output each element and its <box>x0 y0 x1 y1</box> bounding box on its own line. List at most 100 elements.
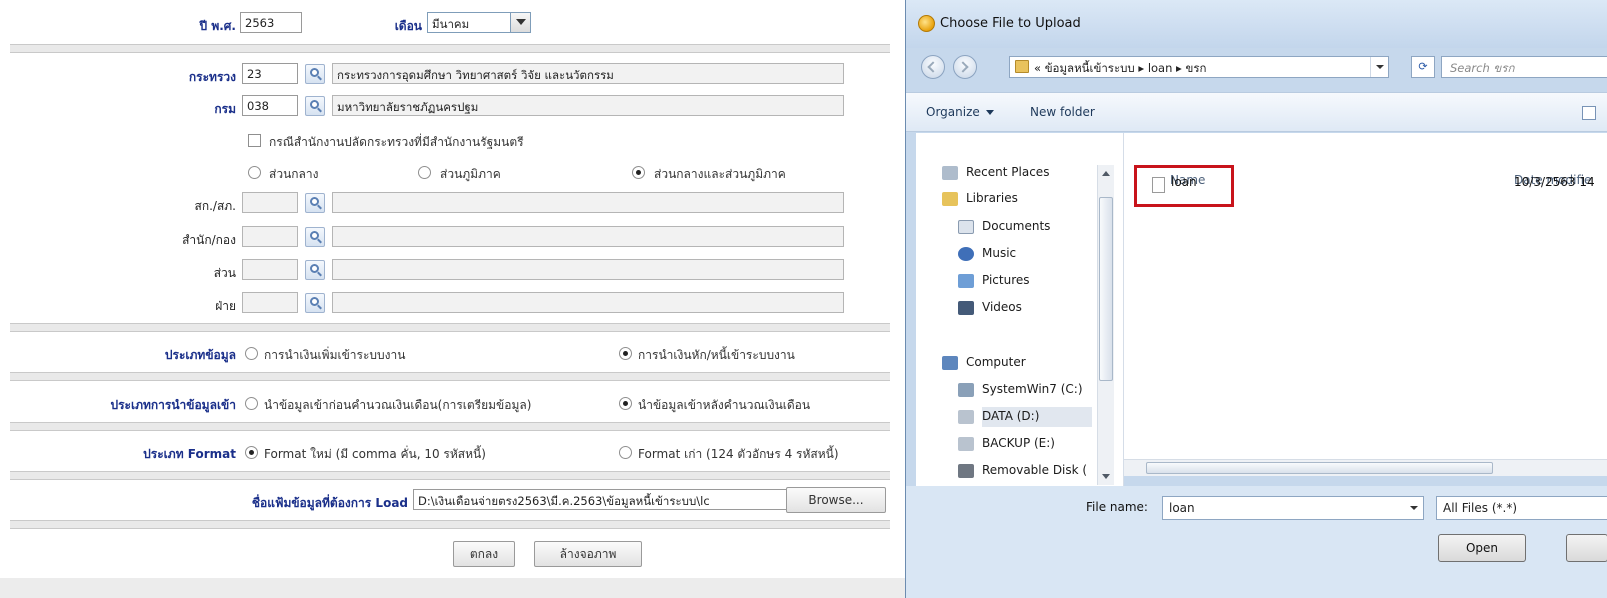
open-button[interactable]: Open <box>1438 534 1526 562</box>
nav-item-label: Videos <box>982 300 1022 314</box>
region-radio-both[interactable] <box>632 166 645 179</box>
data-type-radio-add[interactable] <box>245 347 258 360</box>
back-button[interactable] <box>921 55 945 79</box>
nav-item-label: Removable Disk ( <box>982 463 1088 477</box>
file-item-loan[interactable]: loan <box>1171 175 1197 189</box>
nav-item-backup-e[interactable]: BACKUP (E:) <box>958 436 1055 451</box>
nav-item-libraries[interactable]: Libraries <box>942 191 1018 206</box>
chevron-down-icon[interactable] <box>510 13 530 32</box>
navigation-pane: Recent Places Libraries Documents Music … <box>916 133 1124 486</box>
nav-item-label: Computer <box>966 355 1026 369</box>
region-radio-regional[interactable] <box>418 166 431 179</box>
new-folder-button[interactable]: New folder <box>1030 105 1095 119</box>
clear-screen-button[interactable]: ล้างจอภาพ <box>534 541 642 567</box>
data-type-radio-deduct[interactable] <box>619 347 632 360</box>
separator <box>10 422 890 431</box>
nav-item-data-d[interactable]: DATA (D:) <box>958 407 1092 427</box>
recent-places-icon <box>942 166 958 180</box>
import-type-label: ประเภทการนำข้อมูลเข้า <box>110 398 236 412</box>
nav-item-recent-places[interactable]: Recent Places <box>942 165 1049 180</box>
music-icon <box>958 247 974 261</box>
scroll-thumb[interactable] <box>1099 197 1113 381</box>
division-search-button[interactable] <box>305 293 325 313</box>
organize-menu[interactable]: Organize <box>926 105 994 119</box>
nav-item-label: Music <box>982 246 1017 260</box>
address-path: « ข้อมูลหนี้เข้าระบบ ▸ loan ▸ ขรก <box>1034 61 1207 75</box>
nav-item-label: DATA (D:) <box>982 409 1040 423</box>
month-label: เดือน <box>394 19 422 33</box>
section-code-input[interactable] <box>242 259 298 280</box>
format-label: ประเภท Format <box>143 447 236 461</box>
file-icon <box>1152 177 1165 193</box>
ministry-search-button[interactable] <box>305 64 325 84</box>
file-type-filter[interactable]: All Files (*.*) <box>1436 496 1607 520</box>
nav-item-computer[interactable]: Computer <box>942 355 1026 370</box>
sk-search-button[interactable] <box>305 193 325 213</box>
division-label: ฝ่าย <box>215 299 236 313</box>
month-select[interactable]: มีนาคม <box>427 12 531 33</box>
chevron-down-icon[interactable] <box>1405 497 1423 519</box>
nav-item-videos[interactable]: Videos <box>958 300 1022 315</box>
file-path-input[interactable]: D:\เงินเดือนจ่ายตรง2563\มี.ค.2563\ข้อมูล… <box>413 489 787 510</box>
nav-item-label: SystemWin7 (C:) <box>982 382 1083 396</box>
footer-band <box>0 578 905 598</box>
dept-search-button[interactable] <box>305 96 325 116</box>
forward-button[interactable] <box>953 55 977 79</box>
data-type-option-deduct: การนำเงินหัก/หนี้เข้าระบบงาน <box>638 348 795 362</box>
scroll-up-icon[interactable] <box>1102 171 1110 176</box>
nav-item-systemwin7[interactable]: SystemWin7 (C:) <box>958 382 1083 397</box>
dialog-title-bar[interactable]: Choose File to Upload <box>906 0 1607 48</box>
documents-icon <box>958 220 974 234</box>
nav-item-label: Libraries <box>966 191 1018 205</box>
nav-item-documents[interactable]: Documents <box>958 219 1051 234</box>
separator <box>10 471 890 480</box>
refresh-button[interactable]: ⟳ <box>1411 56 1435 78</box>
libraries-icon <box>942 192 958 206</box>
region-option-both: ส่วนกลางและส่วนภูมิภาค <box>654 167 786 181</box>
file-date: 10/3/2563 14 <box>1514 175 1595 189</box>
division-code-input[interactable] <box>242 292 298 313</box>
dept-code-input[interactable]: 038 <box>242 95 298 116</box>
search-input[interactable]: Search ขรก <box>1441 56 1607 78</box>
format-radio-new[interactable] <box>245 446 258 459</box>
view-options-icon[interactable] <box>1582 106 1596 120</box>
office-code-input[interactable] <box>242 226 298 247</box>
scroll-down-icon[interactable] <box>1102 474 1110 479</box>
address-bar[interactable]: « ข้อมูลหนี้เข้าระบบ ▸ loan ▸ ขรก <box>1009 56 1389 78</box>
sk-code-input[interactable] <box>242 192 298 213</box>
chevron-down-icon[interactable] <box>1370 57 1388 77</box>
dept-label: กรม <box>214 102 236 116</box>
format-radio-old[interactable] <box>619 446 632 459</box>
ok-button[interactable]: ตกลง <box>453 541 515 567</box>
file-name-label: File name: <box>1086 500 1148 514</box>
nav-item-label: Documents <box>982 219 1051 233</box>
organize-label: Organize <box>926 105 980 119</box>
format-option-new: Format ใหม่ (มี comma คั่น, 10 รหัสหนี้) <box>264 447 486 461</box>
separator <box>10 323 890 332</box>
import-type-radio-before[interactable] <box>245 397 258 410</box>
import-type-radio-after[interactable] <box>619 397 632 410</box>
nav-item-music[interactable]: Music <box>958 246 1017 261</box>
pictures-icon <box>958 274 974 288</box>
ministry-code-input[interactable]: 23 <box>242 63 298 84</box>
nav-scrollbar[interactable] <box>1097 165 1114 485</box>
cancel-button[interactable] <box>1566 534 1607 562</box>
scroll-thumb[interactable] <box>1146 462 1493 474</box>
separator <box>10 372 890 381</box>
browse-button[interactable]: Browse... <box>786 487 886 513</box>
section-search-button[interactable] <box>305 260 325 280</box>
section-name-field <box>332 259 844 280</box>
nav-item-pictures[interactable]: Pictures <box>958 273 1030 288</box>
section-label: ส่วน <box>213 266 236 280</box>
file-list-hscrollbar[interactable] <box>1124 459 1607 476</box>
year-input[interactable]: 2563 <box>240 12 302 33</box>
nav-item-removable[interactable]: Removable Disk ( <box>958 463 1088 478</box>
separator <box>10 520 890 529</box>
office-name-field <box>332 226 844 247</box>
pm-office-checkbox[interactable] <box>248 134 261 147</box>
file-name-input[interactable]: loan <box>1162 496 1424 520</box>
office-search-button[interactable] <box>305 227 325 247</box>
region-radio-central[interactable] <box>248 166 261 179</box>
back-arrow-icon <box>927 61 939 73</box>
division-name-field <box>332 292 844 313</box>
